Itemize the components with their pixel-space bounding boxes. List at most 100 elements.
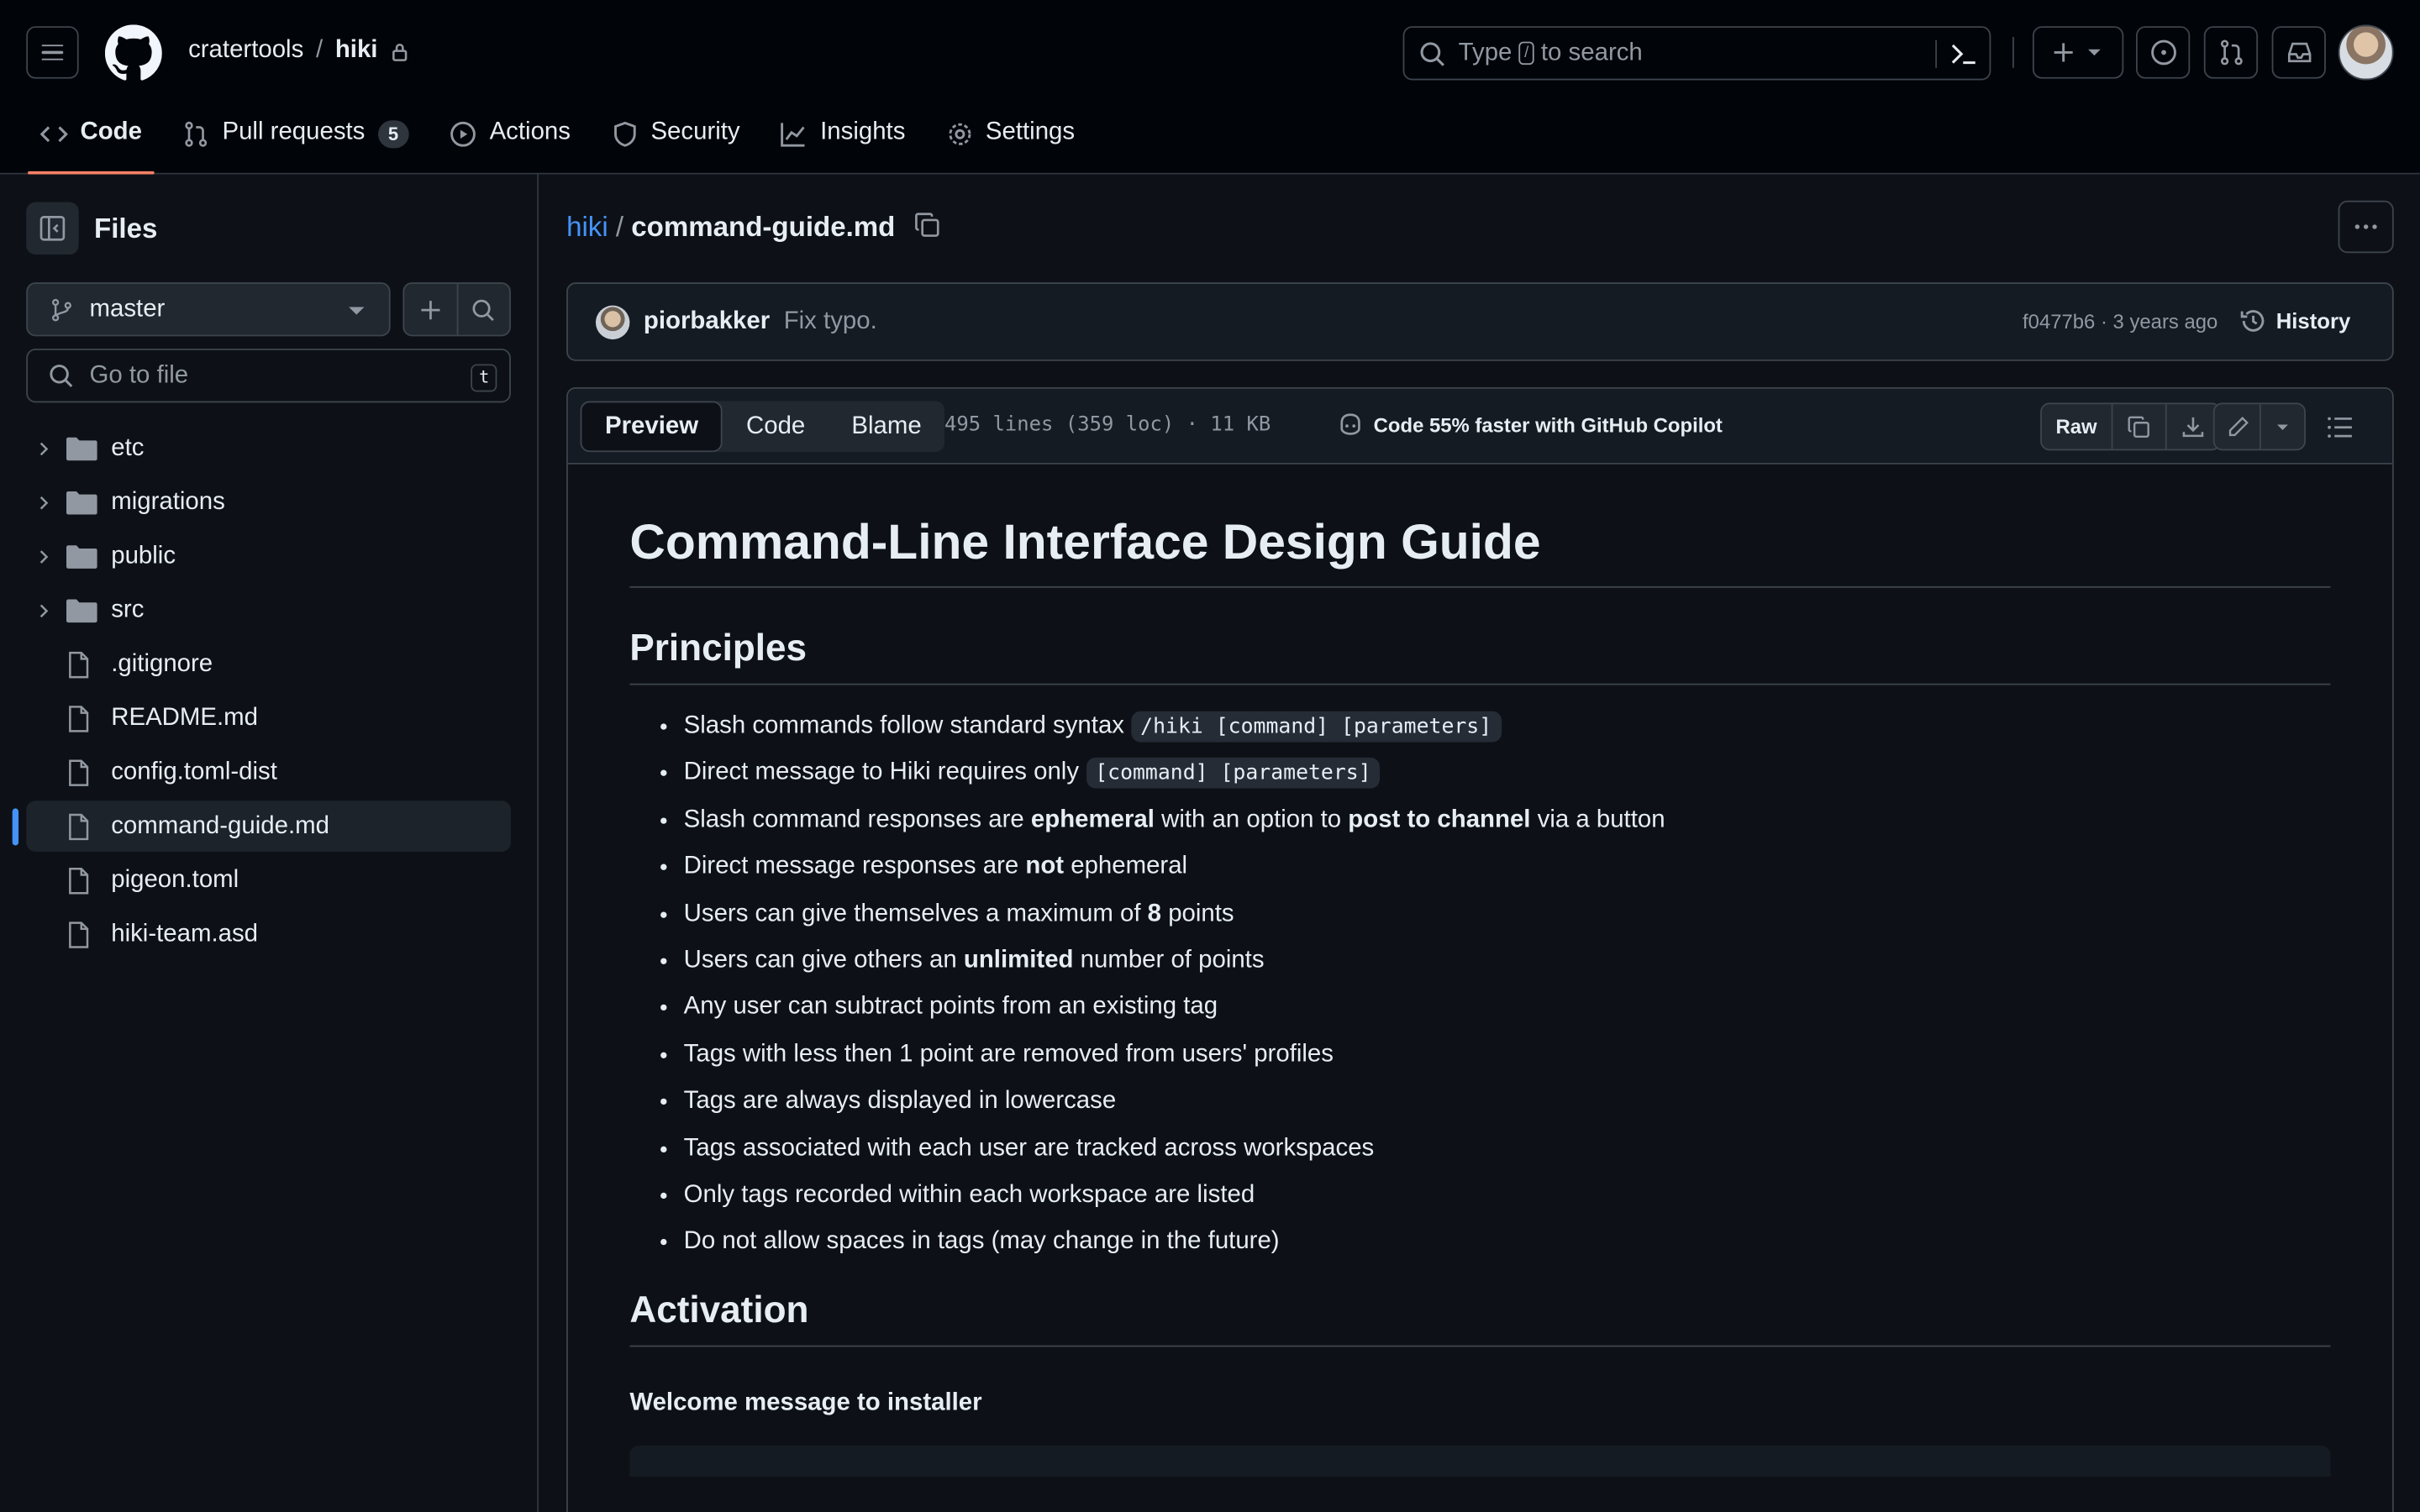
file-icon [69, 650, 89, 678]
graph-icon [781, 123, 806, 147]
edit-options-button[interactable] [2259, 404, 2304, 449]
commit-meta[interactable]: f0477b6 · 3 years ago [2023, 310, 2217, 333]
add-file-button[interactable] [404, 284, 456, 335]
breadcrumb-file-name: command-guide.md [631, 211, 896, 243]
menu-button[interactable] [26, 26, 79, 79]
history-button[interactable]: History [2239, 307, 2350, 335]
create-new-button[interactable] [2032, 26, 2124, 79]
list-item-text: Any user can subtract points from an exi… [683, 994, 1218, 1021]
file-tree-item-label: public [111, 542, 176, 569]
list-item: Slash commands follow standard syntax /h… [684, 710, 2331, 743]
edit-button[interactable] [2215, 404, 2260, 449]
file-tree-folder[interactable]: migrations [26, 477, 511, 528]
user-avatar[interactable] [2338, 24, 2394, 81]
file-tree-item-label: README.md [111, 704, 258, 731]
tab-preview[interactable]: Preview [580, 401, 723, 453]
triangle-down-icon [2087, 49, 2100, 56]
file-tree-file[interactable]: config.toml-dist [26, 747, 511, 798]
file-tree-file[interactable]: command-guide.md [12, 801, 511, 852]
search-files-button[interactable] [455, 283, 509, 335]
github-logo-icon[interactable] [104, 24, 162, 81]
code-block [629, 1446, 2331, 1478]
copilot-promo-link[interactable]: Code 55% faster with GitHub Copilot [1337, 411, 1723, 438]
list-item: Direct message responses are not ephemer… [684, 850, 2331, 884]
git-pull-request-icon [185, 121, 208, 147]
tab-blame[interactable]: Blame [829, 402, 944, 453]
tab-code[interactable]: Code [28, 108, 155, 175]
list-item: Direct message to Hiki requires only [co… [684, 757, 2331, 790]
issues-button[interactable] [2135, 26, 2191, 79]
file-icon [69, 867, 89, 894]
command-palette-icon[interactable] [1949, 40, 1977, 68]
plus-icon [2053, 43, 2072, 62]
branch-name: master [89, 295, 166, 322]
file-tree-folder[interactable]: src [26, 585, 511, 636]
commit-author-link[interactable]: piorbakker [644, 307, 770, 335]
file-tree-folder[interactable]: public [26, 531, 511, 582]
list-unordered-icon[interactable] [2326, 413, 2354, 441]
triangle-down-icon [349, 307, 365, 315]
inbox-button[interactable] [2271, 26, 2326, 79]
breadcrumb: hiki / command-guide.md [566, 212, 895, 244]
file-tree-file[interactable]: hiki-team.asd [26, 909, 511, 960]
file-icon [69, 705, 89, 732]
raw-button[interactable]: Raw [2042, 404, 2111, 449]
list-item-text: points [1161, 900, 1234, 927]
tab-settings[interactable]: Settings [933, 108, 1086, 175]
repo-nav: Code Pull requests 5 Actions Security In… [28, 108, 1102, 175]
repo-name-link[interactable]: hiki [335, 37, 378, 65]
folder-icon [66, 436, 97, 460]
breadcrumb-repo-link[interactable]: hiki [566, 212, 608, 244]
search-icon [50, 365, 73, 387]
file-tree-item-label: migrations [111, 488, 225, 515]
list-item: Do not allow spaces in tags (may change … [684, 1226, 2331, 1259]
more-options-button[interactable] [2338, 200, 2394, 254]
bold-text: 8 [1147, 900, 1162, 927]
list-item: Users can give themselves a maximum of 8… [684, 897, 2331, 931]
list-item-text: Tags associated with each user are track… [683, 1134, 1375, 1162]
heading-principles: Principles [629, 628, 2331, 685]
commit-author-avatar[interactable] [595, 304, 630, 339]
file-tree: etc migrations public src .gitignore README.m… [12, 423, 511, 963]
list-item: Tags are always displayed in lowercase [684, 1084, 2331, 1118]
tab-code-view[interactable]: Code [723, 402, 828, 453]
copy-raw-button[interactable] [2111, 404, 2165, 449]
pull-requests-button[interactable] [2203, 26, 2259, 79]
sidebar-actions [402, 282, 511, 337]
list-item-text: Do not allow spaces in tags (may change … [683, 1228, 1280, 1255]
chevron-right-icon [39, 441, 49, 455]
commit-message-link[interactable]: Fix typo. [784, 307, 877, 335]
tab-insights[interactable]: Insights [768, 108, 918, 175]
search-icon [1420, 41, 1444, 66]
raw-actions: Raw [2040, 402, 2221, 451]
list-item-text: Slash commands follow standard syntax [683, 712, 1132, 739]
download-icon [2182, 416, 2203, 437]
branch-selector[interactable]: master [26, 282, 391, 337]
collapse-sidebar-button[interactable] [26, 202, 79, 255]
download-button[interactable] [2165, 404, 2218, 449]
go-to-file-input[interactable]: Go to file t [26, 349, 511, 403]
global-search-input[interactable]: Type / to search [1402, 26, 1991, 81]
play-icon [450, 121, 476, 147]
file-tree-file[interactable]: pigeon.toml [26, 855, 511, 906]
chevron-right-icon [39, 496, 49, 509]
tab-pull-requests[interactable]: Pull requests 5 [170, 108, 422, 175]
file-toolbar: Preview Code Blame 495 lines (359 loc) ·… [567, 388, 2392, 465]
list-item-text: number of points [1073, 947, 1265, 974]
go-to-file-shortcut-key: t [471, 364, 497, 392]
shield-icon [613, 121, 636, 147]
tab-actions[interactable]: Actions [437, 108, 583, 175]
file-tree-file[interactable]: README.md [26, 693, 511, 744]
repo-owner-link[interactable]: cratertools [188, 37, 303, 65]
list-item: Tags with less then 1 point are removed … [684, 1038, 2331, 1072]
copy-icon[interactable] [913, 212, 941, 239]
code-icon [39, 126, 68, 143]
tab-security[interactable]: Security [598, 108, 752, 175]
bold-text: ephemeral [1030, 806, 1155, 833]
file-tree-item-label: config.toml-dist [111, 758, 277, 785]
file-tree-file[interactable]: .gitignore [26, 638, 511, 690]
file-tree-folder[interactable]: etc [26, 423, 511, 474]
list-item-text: Direct message to Hiki requires only [683, 759, 1086, 786]
tab-code-label: Code [80, 118, 142, 145]
file-tree-item-label: src [111, 596, 145, 623]
